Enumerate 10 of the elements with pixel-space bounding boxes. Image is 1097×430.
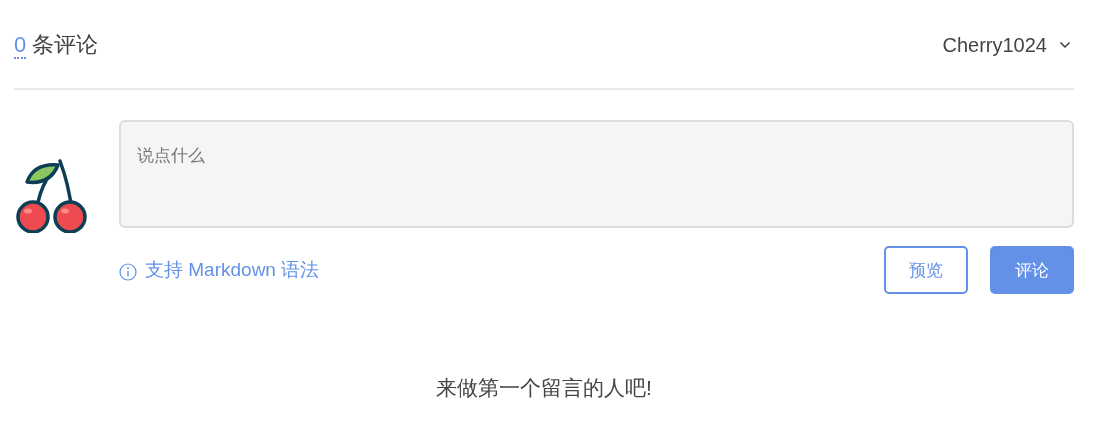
submit-button[interactable]: 评论 [990,246,1074,294]
markdown-support-link[interactable]: 支持 Markdown 语法 [145,257,320,283]
comment-count-label: 条评论 [32,31,99,59]
empty-message: 来做第一个留言的人吧! [435,375,653,401]
preview-button[interactable]: 预览 [884,246,968,294]
info-icon [119,262,137,281]
user-dropdown[interactable]: Cherry1024 [942,33,1074,57]
comment-count: 0 [14,33,27,60]
comment-input[interactable]: 说点什么 [119,120,1074,228]
caret-icon [1059,41,1071,49]
